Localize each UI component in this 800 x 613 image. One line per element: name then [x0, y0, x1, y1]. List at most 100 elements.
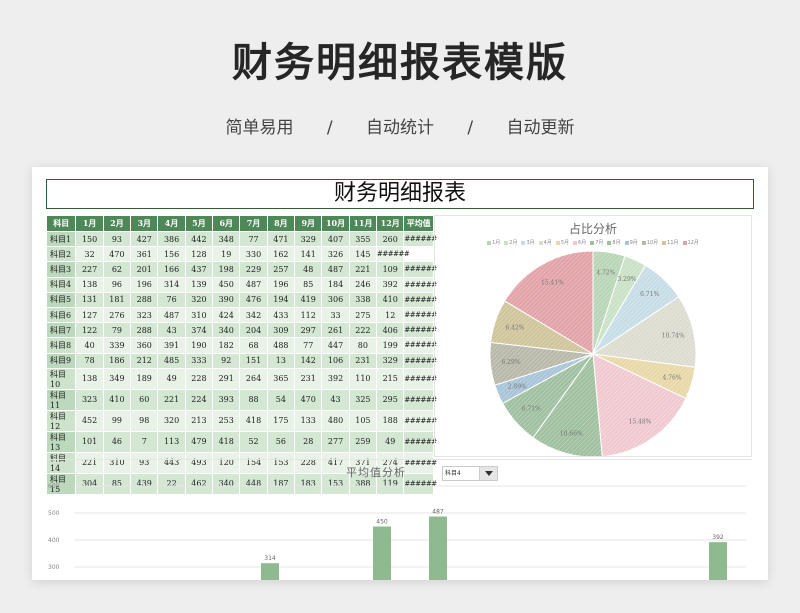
table-cell[interactable]: 288: [130, 291, 159, 308]
table-cell[interactable]: 131: [75, 291, 104, 308]
table-cell[interactable]: 297: [294, 322, 323, 339]
table-cell[interactable]: 325: [348, 388, 378, 411]
table-cell[interactable]: 186: [102, 352, 132, 369]
table-cell[interactable]: 92: [212, 352, 241, 369]
table-cell[interactable]: 19: [212, 246, 241, 263]
table-cell[interactable]: 246: [348, 276, 378, 293]
table-cell[interactable]: 485: [157, 352, 186, 369]
table-cell[interactable]: 32: [75, 246, 104, 263]
table-cell[interactable]: 437: [184, 261, 214, 278]
table-cell[interactable]: 96: [102, 276, 132, 293]
table-cell[interactable]: 487: [157, 306, 186, 324]
table-cell[interactable]: 339: [102, 337, 132, 354]
table-cell[interactable]: 128: [184, 246, 214, 263]
table-cell[interactable]: 49: [157, 367, 186, 390]
table-cell[interactable]: 76: [157, 291, 186, 308]
table-cell[interactable]: 68: [239, 337, 268, 354]
table-cell[interactable]: 338: [348, 291, 378, 308]
chevron-down-icon[interactable]: [479, 467, 497, 480]
table-cell[interactable]: 329: [376, 352, 405, 369]
table-cell[interactable]: 79: [102, 322, 132, 339]
table-cell[interactable]: 487: [239, 276, 268, 293]
table-cell[interactable]: 424: [212, 306, 241, 324]
table-cell[interactable]: 340: [212, 322, 241, 339]
table-cell[interactable]: 139: [184, 276, 214, 293]
table-cell[interactable]: 215: [376, 367, 405, 390]
table-cell[interactable]: 365: [266, 367, 296, 390]
table-cell[interactable]: 138: [75, 276, 104, 293]
table-cell[interactable]: 184: [321, 276, 350, 293]
table-cell[interactable]: 133: [294, 409, 323, 432]
row-label-cell[interactable]: 科目3: [45, 261, 77, 278]
table-cell[interactable]: ######: [376, 246, 410, 263]
table-cell[interactable]: ######: [403, 230, 437, 248]
table-cell[interactable]: 182: [212, 337, 241, 354]
table-cell[interactable]: 43: [157, 322, 186, 339]
table-cell[interactable]: 488: [266, 337, 296, 354]
table-cell[interactable]: 427: [130, 230, 159, 248]
table-cell[interactable]: 231: [294, 367, 323, 390]
table-cell[interactable]: 276: [102, 306, 132, 324]
table-cell[interactable]: 288: [130, 322, 159, 339]
table-cell[interactable]: 142: [294, 352, 323, 369]
table-cell[interactable]: 476: [239, 291, 268, 308]
table-cell[interactable]: 253: [212, 409, 241, 432]
table-cell[interactable]: 43: [321, 388, 350, 411]
table-cell[interactable]: 141: [294, 246, 323, 263]
table-cell[interactable]: 433: [266, 306, 296, 324]
table-cell[interactable]: 13: [266, 352, 296, 369]
table-cell[interactable]: 259: [348, 430, 378, 453]
table-cell[interactable]: 306: [321, 291, 350, 308]
table-cell[interactable]: 194: [266, 291, 296, 308]
table-cell[interactable]: 222: [348, 322, 378, 339]
table-cell[interactable]: 85: [294, 276, 323, 293]
table-cell[interactable]: 110: [348, 367, 378, 390]
table-cell[interactable]: ######: [403, 322, 437, 339]
table-cell[interactable]: 260: [376, 230, 405, 248]
table-cell[interactable]: 162: [266, 246, 296, 263]
table-cell[interactable]: 406: [376, 322, 405, 339]
table-cell[interactable]: 150: [75, 230, 104, 248]
table-cell[interactable]: 330: [239, 246, 268, 263]
table-cell[interactable]: 320: [157, 409, 186, 432]
table-cell[interactable]: 99: [102, 409, 132, 432]
table-cell[interactable]: 60: [130, 388, 159, 411]
table-cell[interactable]: 33: [321, 306, 350, 324]
table-cell[interactable]: 188: [376, 409, 405, 432]
table-cell[interactable]: 264: [239, 367, 268, 390]
row-label-cell[interactable]: 科目7: [45, 322, 77, 339]
table-cell[interactable]: 166: [157, 261, 186, 278]
table-cell[interactable]: 349: [102, 367, 132, 390]
table-cell[interactable]: 392: [321, 367, 350, 390]
table-cell[interactable]: 46: [102, 430, 132, 453]
table-cell[interactable]: 201: [130, 261, 159, 278]
table-cell[interactable]: 471: [266, 230, 296, 248]
table-cell[interactable]: 295: [376, 388, 405, 411]
table-cell[interactable]: 487: [321, 261, 350, 278]
table-cell[interactable]: ######: [403, 352, 437, 369]
table-cell[interactable]: 323: [130, 306, 159, 324]
table-cell[interactable]: 221: [157, 388, 186, 411]
row-label-cell[interactable]: 科目5: [45, 291, 77, 308]
table-cell[interactable]: 190: [184, 337, 214, 354]
table-cell[interactable]: 221: [348, 261, 378, 278]
table-cell[interactable]: 198: [212, 261, 241, 278]
table-cell[interactable]: 450: [212, 276, 241, 293]
table-cell[interactable]: 393: [212, 388, 241, 411]
table-cell[interactable]: 181: [102, 291, 132, 308]
table-cell[interactable]: 309: [266, 322, 296, 339]
table-cell[interactable]: ######: [403, 388, 437, 411]
table-cell[interactable]: 227: [75, 261, 104, 278]
table-cell[interactable]: 77: [294, 337, 323, 354]
table-cell[interactable]: 77: [239, 230, 268, 248]
table-cell[interactable]: 229: [239, 261, 268, 278]
table-cell[interactable]: 212: [130, 352, 159, 369]
table-cell[interactable]: 419: [294, 291, 323, 308]
table-cell[interactable]: 231: [348, 352, 378, 369]
table-cell[interactable]: 156: [157, 246, 186, 263]
table-cell[interactable]: 326: [321, 246, 350, 263]
table-cell[interactable]: 151: [239, 352, 268, 369]
table-cell[interactable]: 213: [184, 409, 214, 432]
table-cell[interactable]: 93: [102, 230, 132, 248]
table-cell[interactable]: 7: [130, 430, 159, 453]
